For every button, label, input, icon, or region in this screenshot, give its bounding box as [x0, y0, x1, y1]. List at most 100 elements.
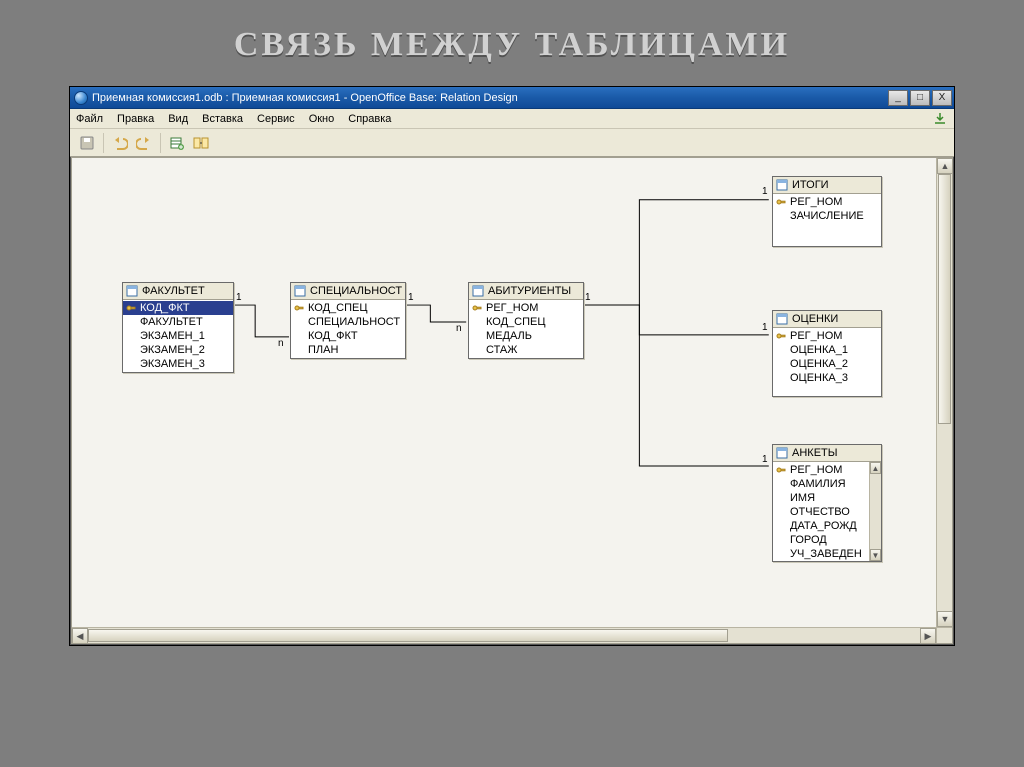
field-row[interactable]: РЕГ_НОМ — [773, 195, 881, 209]
key-icon — [775, 331, 787, 341]
table-header[interactable]: АНКЕТЫ — [773, 445, 881, 462]
field-row[interactable]: ЭКЗАМЕН_1 — [123, 329, 233, 343]
field-row[interactable]: ОТЧЕСТВО — [773, 505, 869, 519]
table-header[interactable]: АБИТУРИЕНТЫ — [469, 283, 583, 300]
field-name: ЭКЗАМЕН_3 — [140, 358, 205, 370]
key-icon — [775, 465, 787, 475]
field-name: УЧ_ЗАВЕДЕН — [790, 548, 862, 560]
vertical-scrollbar[interactable]: ▲ ▼ — [936, 158, 952, 627]
field-row[interactable]: ОЦЕНКА_1 — [773, 343, 881, 357]
field-row[interactable]: РЕГ_НОМ — [773, 463, 869, 477]
table-icon — [472, 285, 484, 297]
download-icon[interactable] — [932, 111, 948, 127]
close-button[interactable]: X — [932, 90, 952, 106]
scroll-right-icon[interactable]: ▶ — [920, 628, 936, 644]
scroll-up-icon[interactable]: ▲ — [937, 158, 953, 174]
field-name: РЕГ_НОМ — [790, 196, 842, 208]
menu-window[interactable]: Окно — [309, 113, 335, 125]
card-label: n — [278, 338, 284, 349]
table-icon — [776, 313, 788, 325]
table-title: ОЦЕНКИ — [792, 313, 838, 325]
scroll-down-icon[interactable]: ▼ — [870, 549, 881, 561]
field-row[interactable]: ГОРОД — [773, 533, 869, 547]
window-controls: _ □ X — [886, 90, 952, 106]
table-icon — [294, 285, 306, 297]
field-row[interactable]: КОД_СПЕЦ — [469, 315, 583, 329]
title-bar[interactable]: Приемная комиссия1.odb : Приемная комисс… — [70, 87, 954, 109]
menu-edit[interactable]: Правка — [117, 113, 154, 125]
field-row[interactable]: ЗАЧИСЛЕНИЕ — [773, 209, 881, 223]
table-title: ФАКУЛЬТЕТ — [142, 285, 205, 297]
table-title: АНКЕТЫ — [792, 447, 837, 459]
toolbar — [70, 129, 954, 157]
horizontal-scrollbar[interactable]: ◀ ▶ — [72, 627, 936, 643]
scroll-down-icon[interactable]: ▼ — [937, 611, 953, 627]
field-row[interactable]: МЕДАЛЬ — [469, 329, 583, 343]
table-itogi[interactable]: ИТОГИ РЕГ_НОМ ЗАЧИСЛЕНИЕ — [772, 176, 882, 247]
field-row[interactable]: ОЦЕНКА_3 — [773, 371, 881, 385]
menu-tools[interactable]: Сервис — [257, 113, 295, 125]
field-name: РЕГ_НОМ — [790, 464, 842, 476]
field-row[interactable]: КОД_ФКТ — [291, 329, 405, 343]
redo-icon[interactable] — [133, 132, 155, 154]
scroll-up-icon[interactable]: ▲ — [870, 462, 881, 474]
field-row[interactable]: ИМЯ — [773, 491, 869, 505]
field-row[interactable]: КОД_ФКТ — [123, 301, 233, 315]
field-name: КОД_СПЕЦ — [308, 302, 368, 314]
field-row[interactable]: РЕГ_НОМ — [469, 301, 583, 315]
slide-title: СВЯЗЬ МЕЖДУ ТАБЛИЦАМИ — [0, 0, 1024, 82]
table-fakultet[interactable]: ФАКУЛЬТЕТ КОД_ФКТ ФАКУЛЬТЕТ ЭКЗАМЕН_1 ЭК… — [122, 282, 234, 373]
field-name: МЕДАЛЬ — [486, 330, 532, 342]
field-row[interactable]: ОЦЕНКА_2 — [773, 357, 881, 371]
table-header[interactable]: ФАКУЛЬТЕТ — [123, 283, 233, 300]
menu-view[interactable]: Вид — [168, 113, 188, 125]
scroll-thumb[interactable] — [938, 174, 951, 424]
field-name: ЗАЧИСЛЕНИЕ — [790, 210, 864, 222]
table-ankety[interactable]: АНКЕТЫ РЕГ_НОМ ФАМИЛИЯ ИМЯ ОТЧЕСТВО ДАТА… — [772, 444, 882, 562]
field-name: ГОРОД — [790, 534, 827, 546]
field-row[interactable]: СПЕЦИАЛЬНОСТ — [291, 315, 405, 329]
field-row[interactable]: ЭКЗАМЕН_2 — [123, 343, 233, 357]
field-row[interactable]: ФАКУЛЬТЕТ — [123, 315, 233, 329]
relations-canvas-wrap: 1 n 1 n 1 1 1 1 ФАКУЛЬТЕТ КОД_ФКТ ФАКУЛЬ… — [71, 157, 953, 644]
scroll-thumb[interactable] — [88, 629, 728, 642]
menu-help[interactable]: Справка — [348, 113, 391, 125]
field-row[interactable]: ФАМИЛИЯ — [773, 477, 869, 491]
table-header[interactable]: СПЕЦИАЛЬНОСТ — [291, 283, 405, 300]
table-scrollbar[interactable]: ▲ ▼ — [869, 462, 881, 561]
field-row[interactable]: ЭКЗАМЕН_3 — [123, 357, 233, 371]
save-icon[interactable] — [76, 132, 98, 154]
menu-insert[interactable]: Вставка — [202, 113, 243, 125]
field-row — [773, 385, 881, 395]
field-row[interactable]: УЧ_ЗАВЕДЕН — [773, 547, 869, 561]
field-row — [773, 223, 881, 245]
window-title: Приемная комиссия1.odb : Приемная комисс… — [92, 92, 886, 104]
table-ocenki[interactable]: ОЦЕНКИ РЕГ_НОМ ОЦЕНКА_1 ОЦЕНКА_2 ОЦЕНКА_… — [772, 310, 882, 397]
add-relation-icon[interactable] — [190, 132, 212, 154]
scroll-corner — [936, 627, 952, 643]
table-specialnost[interactable]: СПЕЦИАЛЬНОСТ КОД_СПЕЦ СПЕЦИАЛЬНОСТ КОД_Ф… — [290, 282, 406, 359]
field-name: СТАЖ — [486, 344, 517, 356]
maximize-button[interactable]: □ — [910, 90, 930, 106]
app-icon — [74, 91, 88, 105]
field-row[interactable]: СТАЖ — [469, 343, 583, 357]
card-label: n — [456, 323, 462, 334]
field-row[interactable]: РЕГ_НОМ — [773, 329, 881, 343]
menu-file[interactable]: Файл — [76, 113, 103, 125]
add-table-icon[interactable] — [166, 132, 188, 154]
table-icon — [126, 285, 138, 297]
minimize-button[interactable]: _ — [888, 90, 908, 106]
relations-canvas[interactable]: 1 n 1 n 1 1 1 1 ФАКУЛЬТЕТ КОД_ФКТ ФАКУЛЬ… — [72, 158, 936, 627]
table-header[interactable]: ИТОГИ — [773, 177, 881, 194]
field-row[interactable]: ДАТА_РОЖД — [773, 519, 869, 533]
table-title: СПЕЦИАЛЬНОСТ — [310, 285, 402, 297]
table-abiturienty[interactable]: АБИТУРИЕНТЫ РЕГ_НОМ КОД_СПЕЦ МЕДАЛЬ СТАЖ — [468, 282, 584, 359]
field-row[interactable]: КОД_СПЕЦ — [291, 301, 405, 315]
table-fields: КОД_ФКТ ФАКУЛЬТЕТ ЭКЗАМЕН_1 ЭКЗАМЕН_2 ЭК… — [123, 300, 233, 372]
table-header[interactable]: ОЦЕНКИ — [773, 311, 881, 328]
field-row[interactable]: ПЛАН — [291, 343, 405, 357]
field-name: ИМЯ — [790, 492, 815, 504]
scroll-left-icon[interactable]: ◀ — [72, 628, 88, 644]
undo-icon[interactable] — [109, 132, 131, 154]
card-label: 1 — [408, 292, 414, 303]
